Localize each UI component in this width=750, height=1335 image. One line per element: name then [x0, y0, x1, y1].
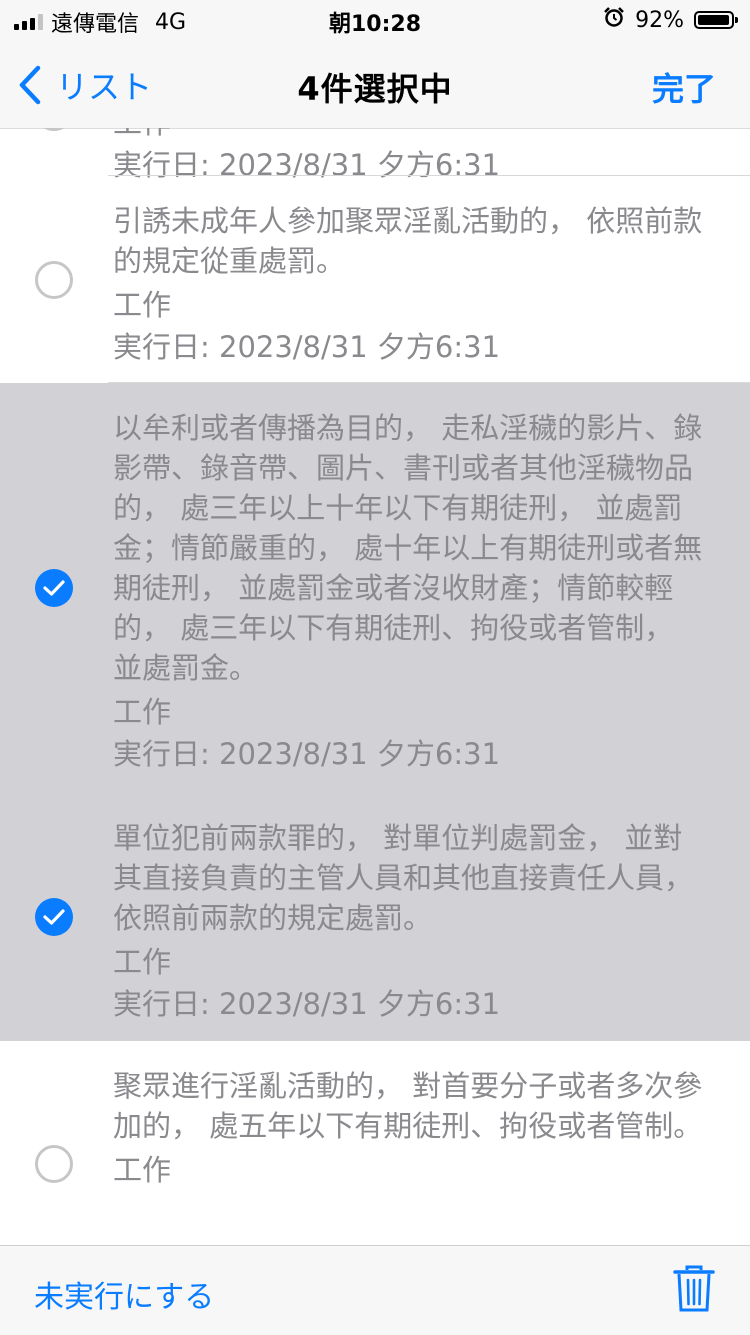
- done-button[interactable]: 完了: [652, 64, 716, 110]
- mark-incomplete-button[interactable]: 未実行にする: [34, 1272, 214, 1316]
- selection-circle[interactable]: [35, 128, 73, 131]
- bottom-toolbar: 未実行にする: [0, 1245, 750, 1335]
- item-category: 工作: [113, 945, 172, 979]
- list-item[interactable]: 聚眾進行淫亂活動的， 對首要分子或者多次參加的， 處五年以下有期徒刑、拘役或者管…: [0, 1041, 750, 1241]
- battery-percent: 92%: [635, 7, 684, 33]
- alarm-clock-icon: [603, 6, 625, 34]
- item-date: 実行日: 2023/8/31 夕方6:31: [113, 987, 501, 1021]
- item-text: 以牟利或者傳播為目的， 走私淫穢的影片、錄影帶、錄音帶、圖片、書刊或者其他淫穢物…: [113, 411, 703, 685]
- item-text: 引誘未成年人參加聚眾淫亂活動的， 依照前款的規定從重處罰。: [113, 204, 703, 278]
- item-text: 聚眾進行淫亂活動的， 對首要分子或者多次參加的， 處五年以下有期徒刑、拘役或者管…: [113, 1069, 703, 1143]
- navigation-bar: リスト 4件選択中 完了: [0, 40, 750, 129]
- status-bar: 遠傳電信 4G 朝10:28 92%: [0, 0, 750, 40]
- item-category: 工作: [113, 695, 172, 729]
- list-item[interactable]: 引誘未成年人參加聚眾淫亂活動的， 依照前款的規定從重處罰。 工作 実行日: 20…: [0, 176, 750, 383]
- list-item[interactable]: 以牟利或者傳播為目的， 走私淫穢的影片、錄影帶、錄音帶、圖片、書刊或者其他淫穢物…: [0, 383, 750, 793]
- item-category: 工作: [113, 128, 710, 143]
- selection-circle[interactable]: [35, 261, 73, 299]
- selection-circle[interactable]: [35, 1145, 73, 1183]
- list-item[interactable]: 單位犯前兩款罪的， 對單位判處罰金， 並對其直接負責的主管人員和其他直接責任人員…: [0, 793, 750, 1041]
- status-right: 92%: [603, 6, 738, 34]
- checkmark-circle-icon[interactable]: [35, 898, 73, 936]
- list-item[interactable]: 工作 実行日: 2023/8/31 夕方6:31: [0, 128, 750, 182]
- battery-icon: [694, 11, 738, 29]
- reminder-list[interactable]: 工作 実行日: 2023/8/31 夕方6:31 引誘未成年人參加聚眾淫亂活動的…: [0, 128, 750, 1245]
- item-text: 單位犯前兩款罪的， 對單位判處罰金， 並對其直接負責的主管人員和其他直接責任人員…: [113, 821, 694, 935]
- item-date: 実行日: 2023/8/31 夕方6:31: [113, 330, 501, 364]
- item-date: 実行日: 2023/8/31 夕方6:31: [113, 737, 501, 771]
- checkmark-circle-icon[interactable]: [35, 569, 73, 607]
- item-category: 工作: [113, 1153, 172, 1187]
- page-title: 4件選択中: [297, 70, 453, 108]
- trash-icon[interactable]: [672, 1264, 716, 1318]
- item-category: 工作: [113, 288, 172, 322]
